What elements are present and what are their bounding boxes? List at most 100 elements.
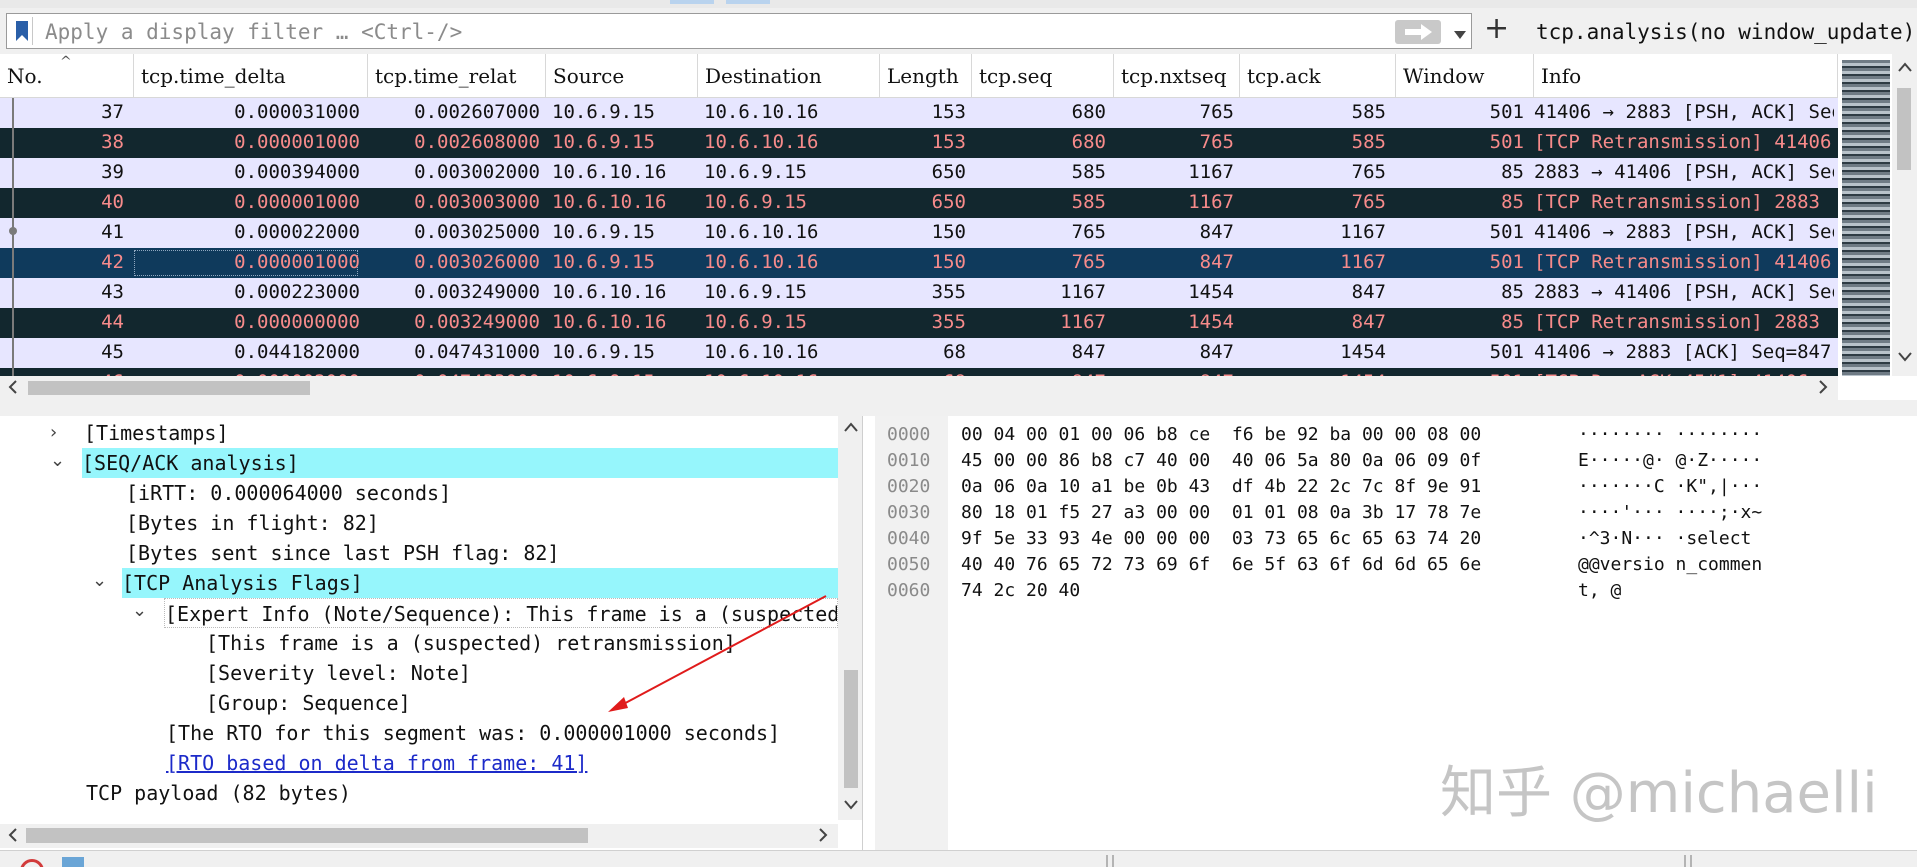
- packet-cell-win: 501: [1489, 221, 1524, 243]
- packet-row[interactable]: 37 0.000031000 0.002607000 10.6.9.15 10.6.10…: [0, 98, 1838, 128]
- column-header-length[interactable]: Length: [880, 54, 972, 98]
- packet-cell-time-delta: 0.044182000: [234, 341, 360, 363]
- scroll-thumb[interactable]: [28, 381, 310, 395]
- packet-cell-dst: 10.6.10.16: [704, 131, 819, 153]
- hex-bytes[interactable]: 40 40 76 65 72 73 69 6f 6e 5f 63 6f 6d 6…: [961, 554, 1481, 580]
- packet-cell-time-rel: 0.003025000: [414, 221, 540, 243]
- packet-row[interactable]: 42 0.000001000 0.003026000 10.6.9.15 10.6.10…: [0, 248, 1838, 278]
- hex-bytes[interactable]: 9f 5e 33 93 4e 00 00 00 03 73 65 6c 65 6…: [961, 528, 1481, 554]
- packet-list-hscrollbar[interactable]: [0, 376, 1838, 400]
- packet-cell-time-delta: 0.000394000: [234, 161, 360, 183]
- scroll-left-icon[interactable]: [8, 828, 18, 842]
- packet-row[interactable]: 41 0.000022000 0.003025000 10.6.9.15 10.6.10…: [0, 218, 1838, 248]
- hex-bytes[interactable]: 0a 06 0a 10 a1 be 0b 43 df 4b 22 2c 7c 8…: [961, 476, 1481, 502]
- packet-row[interactable]: 38 0.000001000 0.002608000 10.6.9.15 10.6.10…: [0, 128, 1838, 158]
- details-hscrollbar[interactable]: [0, 824, 838, 848]
- hex-bytes[interactable]: 45 00 00 86 b8 c7 40 00 40 06 5a 80 0a 0…: [961, 450, 1481, 476]
- packet-cell-src: 10.6.10.16: [552, 161, 667, 183]
- display-filter-input[interactable]: Apply a display filter … <Ctrl-/>: [6, 13, 1472, 49]
- hex-ascii[interactable]: ·······C ·K",|···: [1578, 476, 1762, 502]
- hex-bytes[interactable]: 74 2c 20 40: [961, 580, 1080, 606]
- scroll-thumb[interactable]: [26, 828, 588, 843]
- packet-list-scrollbar[interactable]: [1892, 54, 1917, 376]
- hex-ascii[interactable]: ·^3·N··· ·select: [1578, 528, 1762, 554]
- packet-cell-src: 10.6.10.16: [552, 281, 667, 303]
- packet-cell-seq: 585: [1071, 191, 1106, 213]
- packet-row[interactable]: 39 0.000394000 0.003002000 10.6.10.16 10.6.9…: [0, 158, 1838, 188]
- packet-row[interactable]: 43 0.000223000 0.003249000 10.6.10.16 10.6.9…: [0, 278, 1838, 308]
- packet-cell-win: 501: [1489, 131, 1524, 153]
- hex-offset: 0060: [887, 580, 931, 601]
- profile-icon[interactable]: [62, 857, 84, 867]
- packet-cell-dst: 10.6.10.16: [704, 251, 819, 273]
- column-header-tcp-seq[interactable]: tcp.seq: [972, 54, 1114, 98]
- packet-cell-dst: 10.6.10.16: [704, 101, 819, 123]
- scroll-left-icon[interactable]: [8, 380, 18, 394]
- packet-cell-no: 45: [101, 341, 124, 363]
- packet-cell-len: 153: [931, 131, 966, 153]
- scroll-down-icon[interactable]: [844, 800, 858, 810]
- scroll-up-icon[interactable]: [1898, 62, 1912, 72]
- column-header-source[interactable]: Source: [546, 54, 698, 98]
- scroll-right-icon[interactable]: [818, 828, 828, 842]
- scroll-thumb[interactable]: [844, 670, 858, 788]
- packet-row[interactable]: 40 0.000001000 0.003003000 10.6.10.16 10.6.9…: [0, 188, 1838, 218]
- add-filter-button[interactable]: +: [1484, 11, 1509, 46]
- packet-cell-nxtseq: 847: [1199, 251, 1234, 273]
- window-top-strip: [0, 0, 1917, 8]
- column-header-destination[interactable]: Destination: [698, 54, 880, 98]
- packet-cell-seq: 765: [1071, 251, 1106, 273]
- packet-row[interactable]: 44 0.000000000 0.003249000 10.6.10.16 10.6.9…: [0, 308, 1838, 338]
- packet-cell-nxtseq: 847: [1199, 341, 1234, 363]
- column-header-time-relative[interactable]: tcp.time_relat: [368, 54, 546, 98]
- packet-rows: 37 0.000031000 0.002607000 10.6.9.15 10.6.10…: [0, 98, 1838, 376]
- chevron-down-icon[interactable]: [1453, 25, 1467, 44]
- hex-ascii[interactable]: t, @: [1578, 580, 1621, 606]
- packet-cell-info: 2883 → 41406 [PSH, ACK] Seq: [1534, 161, 1834, 183]
- column-header-no[interactable]: ^ No.: [0, 54, 134, 98]
- packet-cell-time-rel: 0.047431000: [414, 341, 540, 363]
- packet-cell-win: 85: [1501, 161, 1524, 183]
- capture-status-icon[interactable]: [20, 859, 44, 867]
- packet-cell-time-delta: 0.000022000: [234, 221, 360, 243]
- packet-row[interactable]: 45 0.044182000 0.047431000 10.6.9.15 10.6.10…: [0, 338, 1838, 368]
- packet-cell-win: 85: [1501, 281, 1524, 303]
- packet-cell-len: 153: [931, 101, 966, 123]
- scroll-down-icon[interactable]: [1898, 352, 1912, 362]
- hex-ascii[interactable]: ········ ········: [1578, 424, 1762, 450]
- hex-offset: 0000: [887, 424, 931, 445]
- packet-cell-info: [TCP Retransmission] 2883: [1534, 191, 1820, 213]
- packet-cell-seq: 847: [1071, 341, 1106, 363]
- hex-bytes[interactable]: 80 18 01 f5 27 a3 00 00 01 01 08 0a 3b 1…: [961, 502, 1481, 528]
- packet-cell-nxtseq: 1454: [1188, 281, 1234, 303]
- pane-splitter[interactable]: [0, 400, 1917, 416]
- apply-filter-button[interactable]: [1395, 20, 1441, 44]
- hex-ascii[interactable]: E·····@· @·Z·····: [1578, 450, 1762, 476]
- packet-minimap[interactable]: [1842, 60, 1890, 376]
- packet-cell-ack: 765: [1351, 191, 1386, 213]
- details-scrollbar[interactable]: [838, 416, 862, 820]
- packet-list-header: ^ No. tcp.time_delta tcp.time_relat Sourc…: [0, 54, 1838, 98]
- column-header-tcp-nxtseq[interactable]: tcp.nxtseq: [1114, 54, 1240, 98]
- column-header-tcp-ack[interactable]: tcp.ack: [1240, 54, 1396, 98]
- packet-cell-len: 150: [931, 251, 966, 273]
- scroll-thumb[interactable]: [1897, 88, 1911, 170]
- hex-ascii[interactable]: ····'··· ····;·x~: [1578, 502, 1762, 528]
- bookmark-icon[interactable]: [11, 17, 33, 45]
- hex-bytes[interactable]: 00 04 00 01 00 06 b8 ce f6 be 92 ba 00 0…: [961, 424, 1481, 450]
- hex-ascii[interactable]: @@versio n_commen: [1578, 554, 1762, 580]
- packet-cell-src: 10.6.9.15: [552, 101, 655, 123]
- scroll-right-icon[interactable]: [1818, 380, 1828, 394]
- sort-indicator: ^: [60, 54, 72, 70]
- packet-cell-no: 42: [101, 251, 124, 273]
- scroll-up-icon[interactable]: [844, 422, 858, 432]
- packet-cell-time-rel: 0.003249000: [414, 311, 540, 333]
- packet-cell-ack: 847: [1351, 281, 1386, 303]
- saved-filter-button[interactable]: tcp.analysis(no window_update): [1536, 20, 1915, 44]
- column-header-time-delta[interactable]: tcp.time_delta: [134, 54, 368, 98]
- packet-cell-nxtseq: 1167: [1188, 161, 1234, 183]
- packet-row[interactable]: 460.0000020000.04743300010.6.9.1510.6.10…: [0, 368, 1838, 376]
- hex-offset: 0030: [887, 502, 931, 523]
- column-header-window[interactable]: Window: [1396, 54, 1534, 98]
- column-header-info[interactable]: Info: [1534, 54, 1838, 98]
